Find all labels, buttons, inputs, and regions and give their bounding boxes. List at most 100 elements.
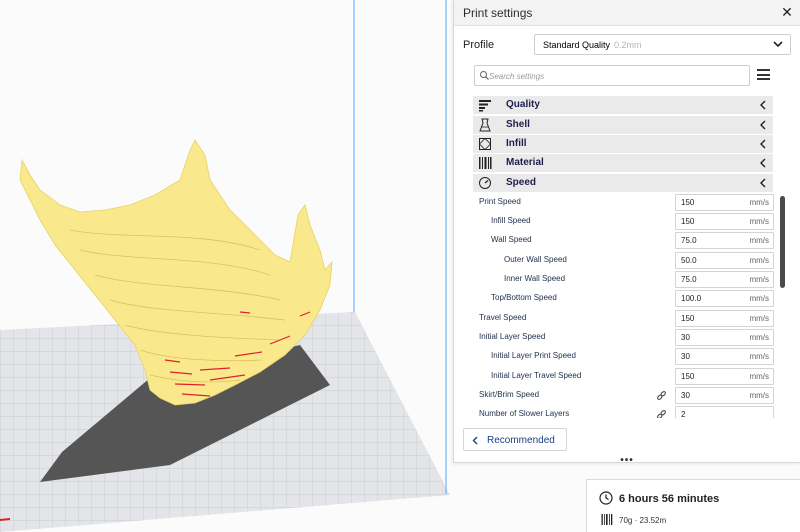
setting-outer-wall-speed: Outer Wall Speed 50.0 mm/s (473, 251, 775, 270)
setting-input[interactable]: 150 mm/s (675, 368, 774, 385)
category-label: Infill (506, 138, 527, 149)
category-label: Quality (506, 99, 540, 110)
setting-label: Skirt/Brim Speed (479, 390, 540, 399)
setting-unit: mm/s (749, 275, 769, 284)
category-material[interactable]: Material (473, 154, 773, 172)
setting-label: Initial Layer Print Speed (491, 351, 576, 360)
scrollbar-thumb[interactable] (780, 196, 785, 288)
setting-value: 30 (681, 352, 690, 361)
chevron-left-icon (472, 436, 478, 445)
setting-value: 2 (681, 410, 686, 418)
setting-input[interactable]: 75.0 mm/s (675, 271, 774, 288)
material-estimate: 70g · 23.52m (619, 516, 667, 525)
settings-menu-icon[interactable] (757, 69, 770, 81)
material-icon (479, 157, 492, 169)
setting-unit: mm/s (749, 236, 769, 245)
profile-dropdown[interactable]: Standard Quality 0.2mm (534, 34, 791, 55)
build-volume-edge (0, 518, 11, 521)
search-box[interactable] (474, 65, 750, 86)
panel-resize-handle[interactable]: ••• (618, 455, 636, 466)
setting-unit: mm/s (749, 314, 769, 323)
setting-input[interactable]: 75.0 mm/s (675, 232, 774, 249)
setting-value: 150 (681, 198, 695, 207)
infill-icon (478, 137, 492, 151)
chevron-left-icon (760, 120, 766, 130)
category-label: Material (506, 157, 544, 168)
cura-window: Print settings ✕ Profile Standard Qualit… (0, 0, 800, 532)
chevron-down-icon (773, 41, 783, 48)
setting-input[interactable]: 2 (675, 406, 774, 418)
setting-initial-layer-print-speed: Initial Layer Print Speed 30 mm/s (473, 347, 775, 366)
setting-value: 30 (681, 333, 690, 342)
setting-value: 30 (681, 391, 690, 400)
category-shell[interactable]: Shell (473, 116, 773, 134)
setting-input[interactable]: 150 mm/s (675, 310, 774, 327)
setting-label: Top/Bottom Speed (491, 293, 557, 302)
setting-inner-wall-speed: Inner Wall Speed 75.0 mm/s (473, 270, 775, 289)
setting-unit: mm/s (749, 256, 769, 265)
setting-skirt-brim-speed: Skirt/Brim Speed 30 mm/s (473, 386, 775, 405)
panel-header: Print settings ✕ (454, 0, 800, 26)
setting-wall-speed: Wall Speed 75.0 mm/s (473, 231, 775, 250)
chevron-left-icon (760, 100, 766, 110)
recommended-button[interactable]: Recommended (463, 428, 567, 451)
setting-label: Inner Wall Speed (504, 274, 566, 283)
setting-input[interactable]: 30 mm/s (675, 348, 774, 365)
setting-label: Outer Wall Speed (504, 255, 567, 264)
setting-unit: mm/s (749, 294, 769, 303)
panel-title: Print settings (463, 6, 533, 20)
profile-layer-height: 0.2mm (614, 40, 642, 50)
quality-icon (479, 100, 491, 112)
category-quality[interactable]: Quality (473, 96, 773, 114)
setting-value: 75.0 (681, 236, 697, 245)
recommended-label: Recommended (487, 435, 555, 446)
setting-value: 150 (681, 372, 695, 381)
link-icon[interactable] (656, 390, 667, 401)
setting-label: Initial Layer Speed (479, 332, 546, 341)
profile-label: Profile (463, 39, 495, 51)
setting-input[interactable]: 30 mm/s (675, 387, 774, 404)
setting-initial-layer-speed: Initial Layer Speed 30 mm/s (473, 328, 775, 347)
setting-print-speed: Print Speed 150 mm/s (473, 193, 775, 212)
setting-travel-speed: Travel Speed 150 mm/s (473, 309, 775, 328)
print-estimate[interactable]: 6 hours 56 minutes 70g · 23.52m (586, 479, 800, 532)
category-infill[interactable]: Infill (473, 135, 773, 153)
setting-input[interactable]: 150 mm/s (675, 194, 774, 211)
search-input[interactable] (489, 69, 744, 83)
category-label: Speed (506, 177, 537, 188)
shell-icon (479, 118, 491, 132)
clock-icon (599, 491, 613, 505)
link-icon[interactable] (656, 409, 667, 418)
setting-value: 150 (681, 314, 695, 323)
setting-value: 150 (681, 217, 695, 226)
setting-input[interactable]: 50.0 mm/s (675, 252, 774, 269)
setting-number-of-slower-layers: Number of Slower Layers 2 (473, 405, 775, 418)
setting-input[interactable]: 150 mm/s (675, 213, 774, 230)
print-time: 6 hours 56 minutes (619, 493, 720, 505)
print-settings-panel: Print settings ✕ Profile Standard Qualit… (453, 0, 800, 463)
setting-top-bottom-speed: Top/Bottom Speed 100.0 mm/s (473, 289, 775, 308)
chevron-left-icon (760, 139, 766, 149)
setting-label: Initial Layer Travel Speed (491, 371, 582, 380)
setting-unit: mm/s (749, 391, 769, 400)
setting-value: 100.0 (681, 294, 702, 303)
setting-value: 75.0 (681, 275, 697, 284)
speed-icon (479, 177, 491, 189)
setting-unit: mm/s (749, 333, 769, 342)
setting-input[interactable]: 30 mm/s (675, 329, 774, 346)
setting-unit: mm/s (749, 352, 769, 361)
setting-label: Infill Speed (491, 216, 531, 225)
settings-list[interactable]: Quality Shell Infill Material Speed Prin… (473, 96, 775, 418)
chevron-left-icon (760, 158, 766, 168)
setting-label: Print Speed (479, 197, 521, 206)
setting-unit: mm/s (749, 372, 769, 381)
setting-label: Number of Slower Layers (479, 409, 570, 418)
chevron-left-icon (760, 178, 766, 188)
setting-label: Wall Speed (491, 235, 532, 244)
category-speed[interactable]: Speed (473, 174, 773, 192)
setting-input[interactable]: 100.0 mm/s (675, 290, 774, 307)
profile-value: Standard Quality (543, 40, 611, 50)
setting-infill-speed: Infill Speed 150 mm/s (473, 212, 775, 231)
close-icon[interactable]: ✕ (779, 3, 795, 21)
setting-initial-layer-travel-speed: Initial Layer Travel Speed 150 mm/s (473, 367, 775, 386)
